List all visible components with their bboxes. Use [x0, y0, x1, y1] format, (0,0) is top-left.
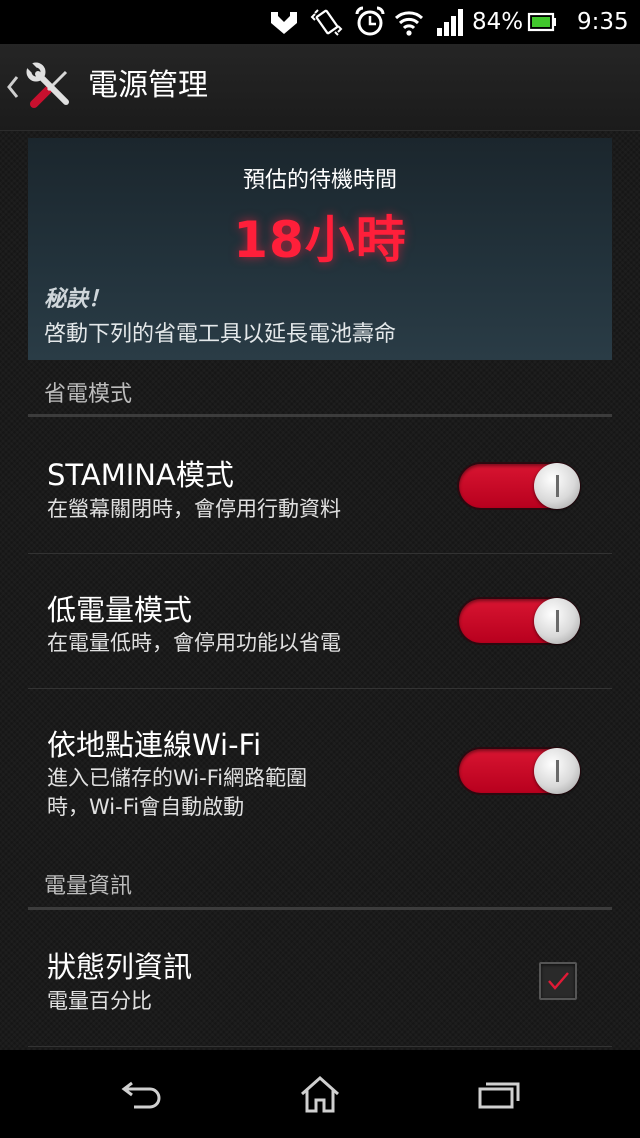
row-divider: [28, 1046, 612, 1047]
section-divider: [28, 907, 612, 910]
alarm-icon: [355, 6, 385, 36]
action-bar[interactable]: 電源管理: [0, 44, 640, 131]
tools-icon: [26, 62, 69, 108]
battery-percent: 84%: [472, 9, 524, 35]
nfc-icon: [271, 12, 297, 34]
setting-subtitle: 在電量低時，會停用功能以省電: [47, 631, 341, 655]
setting-title: STAMINA模式: [47, 458, 234, 492]
status-bar-info-checkbox[interactable]: [539, 962, 577, 1000]
location-wifi-toggle[interactable]: [459, 748, 580, 794]
nav-back-button[interactable]: [112, 1070, 172, 1118]
nav-home-button[interactable]: [290, 1070, 350, 1118]
setting-subtitle: 在螢幕關閉時，會停用行動資料: [47, 497, 341, 521]
up-chevron-icon[interactable]: [6, 74, 20, 100]
section-header-battery-info: 電量資訊: [44, 874, 133, 899]
setting-title: 狀態列資訊: [47, 950, 193, 984]
status-bar: 84% 9:35: [0, 0, 640, 44]
clock: 9:35: [577, 9, 629, 35]
stamina-toggle[interactable]: [459, 463, 580, 509]
toggle-knob: [534, 598, 580, 644]
toggle-knob: [534, 748, 580, 794]
tip-text: 啓動下列的省電工具以延長電池壽命: [44, 322, 397, 347]
wifi-icon: [394, 11, 424, 36]
nav-recent-apps-button[interactable]: [468, 1070, 528, 1118]
standby-value: 18小時: [233, 211, 407, 269]
setting-title: 低電量模式: [47, 593, 193, 627]
home-icon: [301, 1075, 339, 1113]
battery-icon: [527, 12, 556, 32]
setting-subtitle: 電量百分比: [47, 989, 152, 1013]
tip-title: 秘訣！: [44, 287, 111, 312]
back-icon: [121, 1081, 161, 1109]
setting-title: 依地點連線Wi-Fi: [47, 728, 262, 762]
row-divider: [28, 553, 612, 554]
vibrate-icon: [310, 9, 343, 36]
page-title: 電源管理: [88, 68, 208, 103]
toggle-knob: [534, 463, 580, 509]
check-icon: [548, 972, 569, 990]
standby-banner: 預估的待機時間 18小時 秘訣！ 啓動下列的省電工具以延長電池壽命: [28, 138, 612, 360]
low-battery-toggle[interactable]: [459, 598, 580, 644]
row-divider: [28, 688, 612, 689]
standby-label: 預估的待機時間: [242, 168, 397, 193]
section-header-power-saving: 省電模式: [44, 382, 133, 407]
section-divider: [28, 414, 612, 417]
navigation-bar: [0, 1050, 640, 1138]
recent-apps-icon: [478, 1082, 520, 1109]
setting-subtitle: 進入已儲存的Wi-Fi網路範圍: [47, 766, 308, 790]
signal-icon: [437, 9, 463, 36]
setting-subtitle: 時，Wi-Fi會自動啟動: [47, 795, 245, 819]
